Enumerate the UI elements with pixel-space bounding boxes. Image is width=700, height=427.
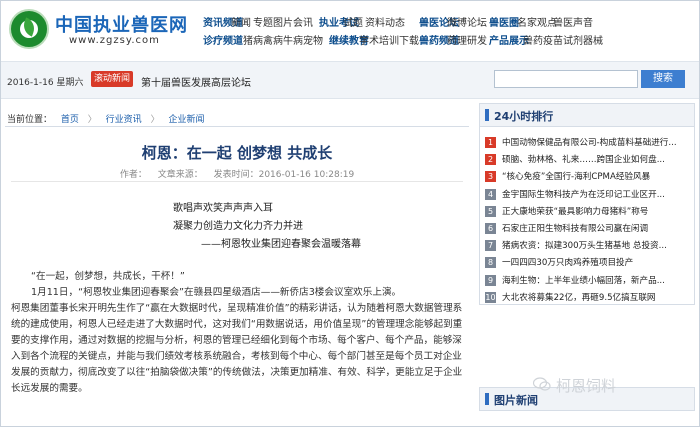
breadcrumb-prefix: 当前位置： <box>7 115 53 125</box>
breadcrumb-industry[interactable]: 行业资讯 <box>106 115 142 125</box>
ranking-item-text: “核心免疫”全国行-海利CPMA经验风暴 <box>502 172 651 183</box>
header-accent-bar <box>485 109 489 121</box>
ranking-item-text: 一四四四30万只肉鸡养殖项目投产 <box>502 258 634 269</box>
rank-number: 7 <box>485 240 496 252</box>
ranking-item-text: 硕脑、勃林格、礼来……跨国企业如何盘... <box>502 155 665 166</box>
ranking-item[interactable]: 8 一四四四30万只肉鸡养殖项目投产 <box>485 255 689 271</box>
nav-item[interactable]: 器械 <box>583 32 603 47</box>
rank-number: 4 <box>485 188 496 200</box>
ranking-item[interactable]: 5 正大康地荣获“最具影响力母猪料”称号 <box>485 204 689 220</box>
rank-number: 5 <box>485 205 496 217</box>
nav-item[interactable]: 论坛 <box>467 14 487 29</box>
main-nav: 资讯频道 新闻 专题 图片 会讯 执业考试 试题 资料 动态 兽医论坛 微博 论坛 兽医圈 名家观点 兽医声… <box>203 11 699 47</box>
breadcrumb-company-news[interactable]: 企业新闻 <box>168 115 204 125</box>
nav-item[interactable]: 学术 <box>359 32 379 47</box>
ranking-item[interactable]: 3 “核心免疫”全国行-海利CPMA经验风暴 <box>485 169 689 185</box>
poem-line: 凝聚力创造力文化力齐力并进 <box>173 221 303 232</box>
breadcrumb-home[interactable]: 首页 <box>61 115 79 125</box>
header-accent-bar <box>485 393 489 405</box>
rank-number: 3 <box>485 171 496 183</box>
picture-news-title: 图片新闻 <box>494 394 538 407</box>
nav-item[interactable]: 资料 <box>365 14 385 29</box>
nav-row-1: 资讯频道 新闻 专题 图片 会讯 执业考试 试题 资料 动态 兽医论坛 微博 论坛 兽医圈 名家观点 兽医声… <box>203 11 699 29</box>
nav-item[interactable]: 诊疗频道 <box>203 32 243 47</box>
nav-item[interactable]: 动态 <box>385 14 405 29</box>
ranking-item-text: 大北农将募集22亿，再砸9.5亿搞互联网 <box>502 292 656 303</box>
ranking-item-text: 正大康地荣获“最具影响力母猪料”称号 <box>502 206 649 217</box>
nav-item[interactable]: 专题 <box>253 14 273 29</box>
search-bar: 2016-1-16 星期六 滚动新闻 第十届兽医发展高层论坛 搜索 <box>1 61 699 99</box>
nav-item[interactable]: 新闻 <box>231 14 251 29</box>
poem-line: ——柯恩牧业集团迎春聚会温暖落幕 <box>201 239 361 250</box>
article-meta: 作者： 文章来源： 发表时间：2016-01-16 10:28:19 <box>5 167 469 180</box>
breadcrumb: 当前位置： 首页 〉 行业资讯 〉 企业新闻 <box>7 112 210 125</box>
ranking-item[interactable]: 9 海利生物：上半年业绩小幅回落，新产品... <box>485 273 689 289</box>
ranking-item[interactable]: 10 大北农将募集22亿，再砸9.5亿搞互联网 <box>485 290 689 306</box>
nav-item[interactable]: 牛病 <box>283 32 303 47</box>
article-body: “在一起，创梦想，共成长，干杯！” 1月11日，“柯恩牧业集团迎春聚会”在赣县四… <box>11 269 469 397</box>
ranking-item[interactable]: 2 硕脑、勃林格、礼来……跨国企业如何盘... <box>485 152 689 168</box>
article-title: 柯恩：在一起 创梦想 共成长 <box>141 144 333 162</box>
nav-item[interactable]: 名家观点 <box>517 14 557 29</box>
nav-row-2: 诊疗频道 猪病 禽病 牛病 宠物 继续教育 学术 培训 下载 兽药频道 药理 研发 产品展示 兽药 疫苗 试剂… <box>203 29 699 47</box>
nav-item[interactable]: 会讯 <box>293 14 313 29</box>
ranking-item-text: 石家庄正阳生物科技有限公司赢在闲调 <box>502 224 649 234</box>
article: 柯恩：在一起 创梦想 共成长 作者： 文章来源： 发表时间：2016-01-16… <box>5 127 469 426</box>
ranking-item[interactable]: 4 金宇国际生物科技产为在泛印记工业区开... <box>485 187 689 203</box>
nav-item[interactable]: 疫苗 <box>543 32 563 47</box>
wechat-icon <box>533 377 551 391</box>
site-url: www.zgzsy.com <box>69 35 160 46</box>
search-input[interactable] <box>494 70 638 88</box>
site-logo[interactable]: 中国执业兽医网 www.zgzsy.com <box>9 7 187 51</box>
ranking-item[interactable]: 7 猪病农资：拟建300万头生猪基地 总投资... <box>485 238 689 254</box>
nav-item[interactable]: 兽药 <box>523 32 543 47</box>
nav-item[interactable]: 研发 <box>467 32 487 47</box>
rank-number: 10 <box>485 291 496 303</box>
article-paragraph: “在一起，创梦想，共成长，干杯！” <box>31 271 185 282</box>
ranking-header: 24小时排行 <box>480 104 694 127</box>
scrolling-news-tag: 滚动新闻 <box>91 71 133 87</box>
source-label: 文章来源： <box>157 170 203 180</box>
nav-item[interactable]: 试题 <box>343 14 363 29</box>
ranking-item-text: 海利生物：上半年业绩小幅回落，新产品... <box>502 275 665 286</box>
scrolling-news-link[interactable]: 第十届兽医发展高层论坛 <box>141 74 251 89</box>
rank-number: 8 <box>485 257 496 269</box>
nav-item[interactable]: 禽病 <box>263 32 283 47</box>
rank-number: 2 <box>485 154 496 166</box>
ranking-item-text: 猪病农资：拟建300万头生猪基地 总投资... <box>502 241 667 252</box>
nav-item[interactable]: 试剂 <box>563 32 583 47</box>
breadcrumb-separator: 〉 <box>150 115 160 125</box>
nav-item[interactable]: 图片 <box>273 14 293 29</box>
ranking-item-text: 中国动物保健品有限公司-构成苗料基础进行... <box>502 138 677 148</box>
ranking-item[interactable]: 6 石家庄正阳生物科技有限公司赢在闲调 <box>485 221 689 237</box>
author-label: 作者： <box>119 170 147 180</box>
nav-item[interactable]: 微博 <box>447 14 467 29</box>
site-header: 中国执业兽医网 www.zgzsy.com 资讯频道 新闻 专题 图片 会讯 执业考试 试题… <box>1 1 699 57</box>
poem-line: 歌唱声欢笑声声声入耳 <box>173 203 273 214</box>
nav-item[interactable]: 下载 <box>399 32 419 47</box>
current-date: 2016-1-16 星期六 <box>7 78 84 88</box>
nav-item[interactable]: 宠物 <box>303 32 323 47</box>
publish-time: 发表时间：2016-01-16 10:28:19 <box>213 170 355 180</box>
ranking-title: 24小时排行 <box>494 110 554 123</box>
ranking-item-text: 金宇国际生物科技产为在泛印记工业区开... <box>502 189 665 200</box>
nav-item[interactable]: 兽医声音 <box>553 14 593 29</box>
nav-item[interactable]: 培训 <box>379 32 399 47</box>
breadcrumb-separator: 〉 <box>87 115 97 125</box>
watermark: 柯恩饲料 <box>556 377 617 395</box>
rank-number: 6 <box>485 223 496 234</box>
rank-number: 9 <box>485 274 496 286</box>
ranking-item[interactable]: 1 中国动物保健品有限公司-构成苗料基础进行... <box>485 135 689 151</box>
divider <box>11 181 463 182</box>
article-paragraph: 1月11日，“柯恩牧业集团迎春聚会”在赣县四星级酒店——新侨店3楼会议室欢乐上演… <box>31 287 402 298</box>
rank-number: 1 <box>485 137 496 148</box>
nav-item[interactable]: 兽医圈 <box>489 14 519 29</box>
site-title: 中国执业兽医网 <box>55 15 188 36</box>
nav-item[interactable]: 猪病 <box>243 32 263 47</box>
search-button[interactable]: 搜索 <box>641 70 685 88</box>
article-paragraph: 柯恩集团董事长宋开明先生作了“赢在大数据时代，呈现精准价值”的精彩讲话，认为随着… <box>11 303 463 394</box>
nav-item[interactable]: 药理 <box>447 32 467 47</box>
page-frame: 中国执业兽医网 www.zgzsy.com 资讯频道 新闻 专题 图片 会讯 执业考试 试题… <box>0 0 700 427</box>
